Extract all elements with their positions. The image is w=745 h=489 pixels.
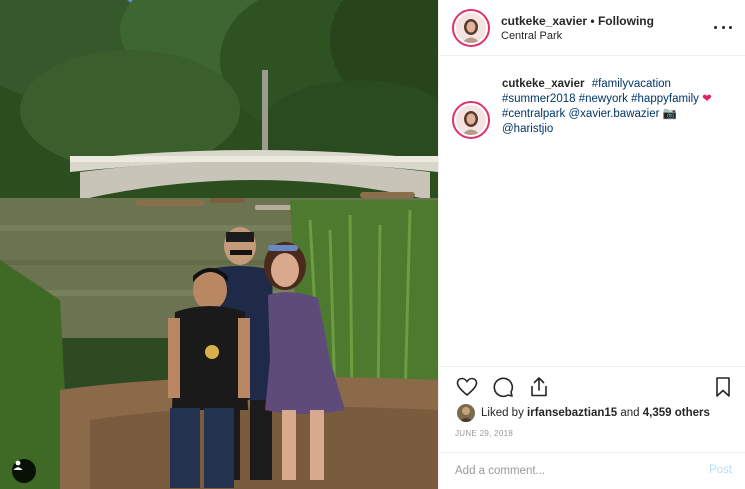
more-options-icon[interactable] <box>714 18 732 36</box>
liker-avatar[interactable] <box>457 404 475 422</box>
bookmark-icon[interactable] <box>711 375 735 399</box>
author-avatar[interactable] <box>452 9 490 47</box>
mention-link[interactable]: @xavier.bawazier <box>569 108 660 120</box>
likes-summary: Liked by irfansebaztian15 and 4,359 othe… <box>457 402 710 424</box>
likes-prefix: Liked by <box>481 407 524 419</box>
post-caption: cutkeke_xavier #familyvacation #summer20… <box>502 77 727 137</box>
post-date[interactable]: JUNE 29, 2018 <box>455 429 513 438</box>
person-icon <box>13 460 23 470</box>
header-separator: • <box>590 14 595 28</box>
post-header: cutkeke_xavier • Following Central Park <box>439 0 745 56</box>
post-side-panel: cutkeke_xavier • Following Central Park … <box>438 0 745 489</box>
location-link[interactable]: Central Park <box>501 30 562 42</box>
camera-emoji: 📷 <box>662 108 677 120</box>
caption-username[interactable]: cutkeke_xavier <box>502 78 584 90</box>
avatar-portrait <box>462 19 480 43</box>
avatar-portrait <box>462 111 480 135</box>
tagged-users-button[interactable] <box>12 459 36 483</box>
caption-author-avatar[interactable] <box>452 101 490 139</box>
hashtag-link[interactable]: #centralpark <box>502 108 565 120</box>
hashtag-link[interactable]: #familyvacation <box>592 78 671 90</box>
hashtag-link[interactable]: #newyork <box>579 93 628 105</box>
red-heart-emoji: ❤ <box>702 93 712 105</box>
following-button[interactable]: Following <box>598 14 654 28</box>
share-icon[interactable] <box>527 375 551 399</box>
action-bar <box>439 366 745 402</box>
comment-bar: Post <box>439 452 745 489</box>
author-username[interactable]: cutkeke_xavier <box>501 14 587 28</box>
liker-username[interactable]: irfansebaztian15 <box>527 407 617 419</box>
post-comment-button[interactable]: Post <box>709 464 732 476</box>
hashtag-link[interactable]: #summer2018 <box>502 93 576 105</box>
family-photo-scene <box>0 0 438 489</box>
heart-icon[interactable] <box>455 375 479 399</box>
comment-icon[interactable] <box>491 375 515 399</box>
post-photo[interactable] <box>0 0 438 489</box>
hashtag-link[interactable]: #happyfamily <box>631 93 699 105</box>
likes-joiner: and <box>620 407 640 419</box>
comment-input[interactable] <box>455 461 685 481</box>
likes-count[interactable]: 4,359 others <box>643 407 710 419</box>
mention-link[interactable]: @haristjio <box>502 123 553 135</box>
